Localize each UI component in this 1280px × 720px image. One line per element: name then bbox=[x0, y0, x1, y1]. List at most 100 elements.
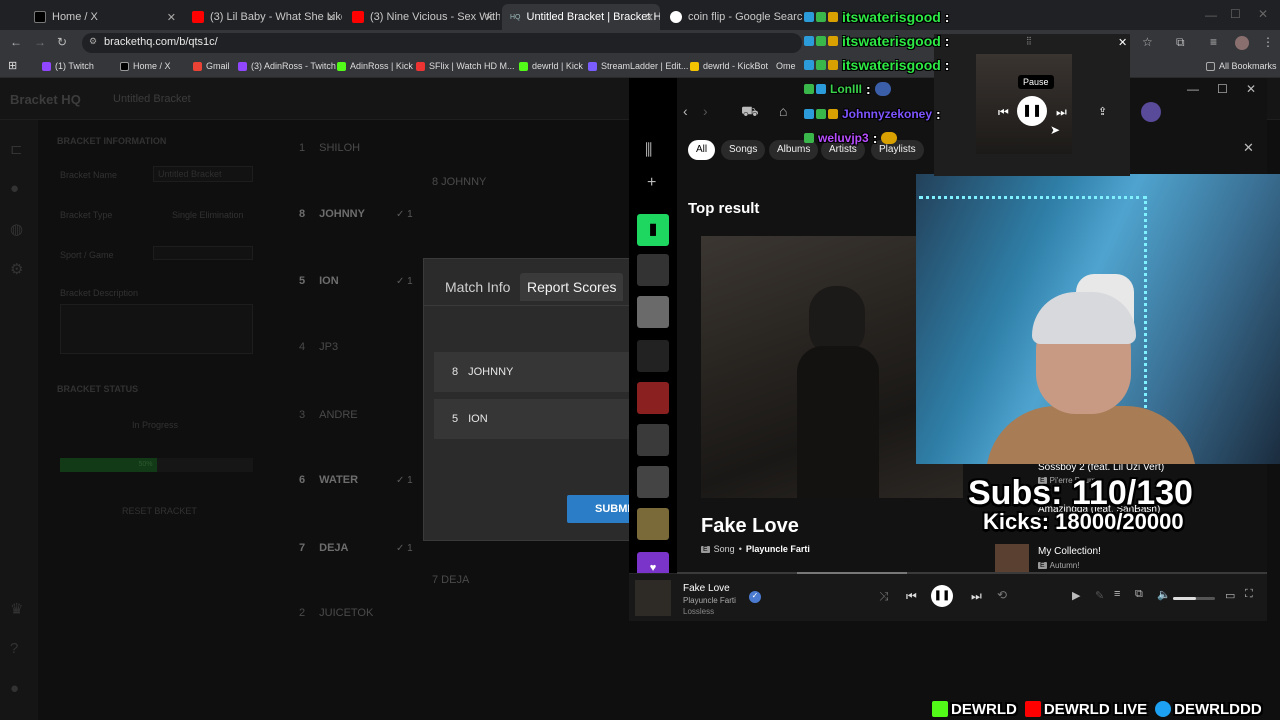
minimize-icon[interactable]: — bbox=[1187, 82, 1199, 96]
library-thumb[interactable] bbox=[637, 296, 669, 328]
tab-youtube-1[interactable]: (3) Lil Baby - What She Like - Yo✕ bbox=[184, 4, 342, 30]
bookmark-dewrld-kick[interactable]: dewrld | Kick bbox=[519, 61, 583, 71]
now-playing-cover[interactable] bbox=[635, 580, 671, 616]
previous-icon[interactable]: ⏮ bbox=[906, 589, 917, 604]
forward-icon[interactable]: › bbox=[703, 103, 708, 119]
seed-8[interactable]: 8 JOHNNY bbox=[299, 208, 365, 220]
forward-icon[interactable]: → bbox=[34, 35, 46, 49]
menu-dots-icon[interactable]: ⋮ bbox=[1262, 35, 1274, 49]
url-field[interactable]: ⚙ brackethq.com/b/qts1c/ bbox=[82, 33, 802, 53]
pause-icon[interactable]: ❚❚ bbox=[1017, 96, 1047, 126]
close-tab-icon[interactable]: ✕ bbox=[645, 11, 654, 24]
saved-episodes-thumb[interactable]: ▮ bbox=[637, 214, 669, 246]
maximize-icon[interactable]: ☐ bbox=[1230, 7, 1241, 21]
seed-2[interactable]: 2 JUICETOK bbox=[299, 607, 373, 619]
round2-slot-a[interactable]: 8 JOHNNY bbox=[432, 176, 486, 188]
volume-slider[interactable] bbox=[1173, 597, 1215, 600]
share-icon[interactable]: ⇪ bbox=[1098, 105, 1107, 118]
minimize-icon[interactable]: — bbox=[1205, 8, 1217, 22]
tab-google[interactable]: coin flip - Google Search bbox=[662, 4, 802, 30]
artist-link[interactable]: Playuncle Farti bbox=[746, 544, 810, 554]
home-icon[interactable]: ⌂ bbox=[779, 103, 787, 119]
shuffle-icon[interactable]: ⤨ bbox=[879, 589, 889, 604]
close-icon[interactable]: ✕ bbox=[1246, 82, 1256, 96]
seed-1[interactable]: 1 SHILOH bbox=[299, 142, 360, 154]
repeat-icon[interactable]: ⟲ bbox=[997, 588, 1007, 602]
bookmark-streamladder[interactable]: StreamLadder | Edit... bbox=[588, 61, 688, 71]
pause-icon[interactable]: ❚❚ bbox=[931, 585, 953, 607]
library-thumb[interactable] bbox=[637, 466, 669, 498]
reload-icon[interactable]: ↻ bbox=[57, 35, 67, 49]
library-icon[interactable]: ⫼ bbox=[645, 142, 652, 160]
bookmark-twitch[interactable]: (1) Twitch bbox=[42, 61, 94, 71]
library-thumb[interactable] bbox=[637, 424, 669, 456]
next-icon[interactable]: ⏭ bbox=[1056, 105, 1067, 120]
now-playing-view-icon[interactable]: ▶ bbox=[1072, 589, 1080, 602]
team-row-2[interactable]: 5 ION bbox=[434, 399, 639, 439]
site-info-icon[interactable]: ⚙ bbox=[89, 36, 97, 47]
seed-3[interactable]: 3 ANDRE bbox=[299, 409, 358, 421]
tab-youtube-2[interactable]: (3) Nine Vicious - Sex With You✕ bbox=[344, 4, 500, 30]
scroll-thumb[interactable] bbox=[797, 572, 907, 574]
user-icon[interactable]: ● bbox=[10, 680, 28, 697]
team-row-1[interactable]: 8 JOHNNY bbox=[434, 352, 639, 392]
user-avatar[interactable] bbox=[1141, 102, 1161, 122]
description-textarea[interactable] bbox=[60, 304, 253, 354]
now-playing-title[interactable]: Fake Love bbox=[683, 583, 730, 594]
bracket-name-input[interactable]: Untitled Bracket bbox=[153, 166, 253, 182]
bookmark-sflix[interactable]: SFlix | Watch HD M... bbox=[416, 61, 515, 71]
reset-bracket-button[interactable]: RESET BRACKET bbox=[122, 506, 197, 516]
tab-match-info[interactable]: Match Info bbox=[438, 273, 517, 301]
library-thumb[interactable] bbox=[637, 340, 669, 372]
top-result-title[interactable]: Fake Love bbox=[701, 515, 799, 538]
filter-all[interactable]: All bbox=[688, 140, 716, 160]
back-icon[interactable]: ‹ bbox=[683, 103, 688, 119]
bracket-title[interactable]: Untitled Bracket bbox=[113, 93, 191, 105]
bookmark-adinross-kick[interactable]: AdinRoss | Kick bbox=[337, 61, 413, 71]
bookmark-gmail[interactable]: Gmail bbox=[193, 61, 230, 71]
now-playing-artist[interactable]: Playuncle Farti bbox=[683, 596, 736, 605]
back-icon[interactable]: ← bbox=[10, 35, 22, 49]
added-check-icon[interactable]: ✓ bbox=[749, 591, 761, 603]
library-thumb[interactable] bbox=[637, 254, 669, 286]
bookmark-ome[interactable]: Ome bbox=[776, 61, 796, 71]
bracket-type-select[interactable]: Single Elimination bbox=[172, 210, 244, 220]
tab-search-icon[interactable]: ≡ bbox=[1210, 35, 1217, 49]
bookmark-adinross-twitch[interactable]: (3) AdinRoss - Twitch bbox=[238, 61, 336, 71]
close-tab-icon[interactable]: ✕ bbox=[485, 11, 494, 24]
extensions-icon[interactable]: ⧉ bbox=[1176, 35, 1185, 50]
sport-input[interactable] bbox=[153, 246, 253, 260]
seed-7[interactable]: 7 DEJA bbox=[299, 542, 348, 554]
song-artist[interactable]: Autumn! bbox=[1050, 561, 1080, 570]
bracket-hq-logo[interactable]: Bracket HQ bbox=[10, 92, 81, 107]
tab-bracket-hq[interactable]: HQ Untitled Bracket | Bracket HQ ✕ bbox=[502, 4, 660, 30]
drag-handle-icon[interactable]: ⣿ bbox=[1026, 36, 1032, 45]
bookmark-kickbot[interactable]: dewrld - KickBot bbox=[690, 61, 768, 71]
settings-icon[interactable]: ⚙ bbox=[10, 260, 28, 278]
close-tab-icon[interactable]: ✕ bbox=[327, 11, 336, 24]
cart-icon[interactable]: ⛟ bbox=[741, 103, 759, 122]
apps-grid-icon[interactable]: ⊞ bbox=[8, 59, 17, 72]
seed-6[interactable]: 6 WATER bbox=[299, 474, 358, 486]
seed-4[interactable]: 4 JP3 bbox=[299, 341, 338, 353]
library-thumb[interactable] bbox=[637, 382, 669, 414]
clear-search-icon[interactable]: ✕ bbox=[1243, 140, 1254, 156]
palette-icon[interactable]: ◍ bbox=[10, 220, 28, 238]
connect-device-icon[interactable]: ⧉ bbox=[1135, 588, 1143, 601]
round2-slot-b[interactable]: 7 DEJA bbox=[432, 574, 469, 586]
bookmark-star-icon[interactable]: ☆ bbox=[1142, 35, 1153, 49]
close-window-icon[interactable]: ✕ bbox=[1258, 7, 1268, 21]
maximize-icon[interactable]: ☐ bbox=[1217, 82, 1228, 96]
queue-icon[interactable]: ≡ bbox=[1114, 588, 1120, 600]
song-title[interactable]: My Collection! bbox=[1038, 546, 1101, 557]
fullscreen-icon[interactable]: ⛶ bbox=[1245, 588, 1253, 601]
library-thumb[interactable] bbox=[637, 508, 669, 540]
crown-icon[interactable]: ♛ bbox=[10, 600, 28, 618]
filter-songs[interactable]: Songs bbox=[721, 140, 766, 160]
profile-avatar[interactable] bbox=[1235, 36, 1249, 50]
tab-report-scores[interactable]: Report Scores bbox=[520, 273, 624, 301]
seed-5[interactable]: 5 ION bbox=[299, 275, 339, 287]
all-bookmarks[interactable]: All Bookmarks bbox=[1206, 61, 1277, 71]
previous-icon[interactable]: ⏮ bbox=[998, 105, 1009, 120]
mini-player-icon[interactable]: ▭ bbox=[1225, 589, 1235, 602]
